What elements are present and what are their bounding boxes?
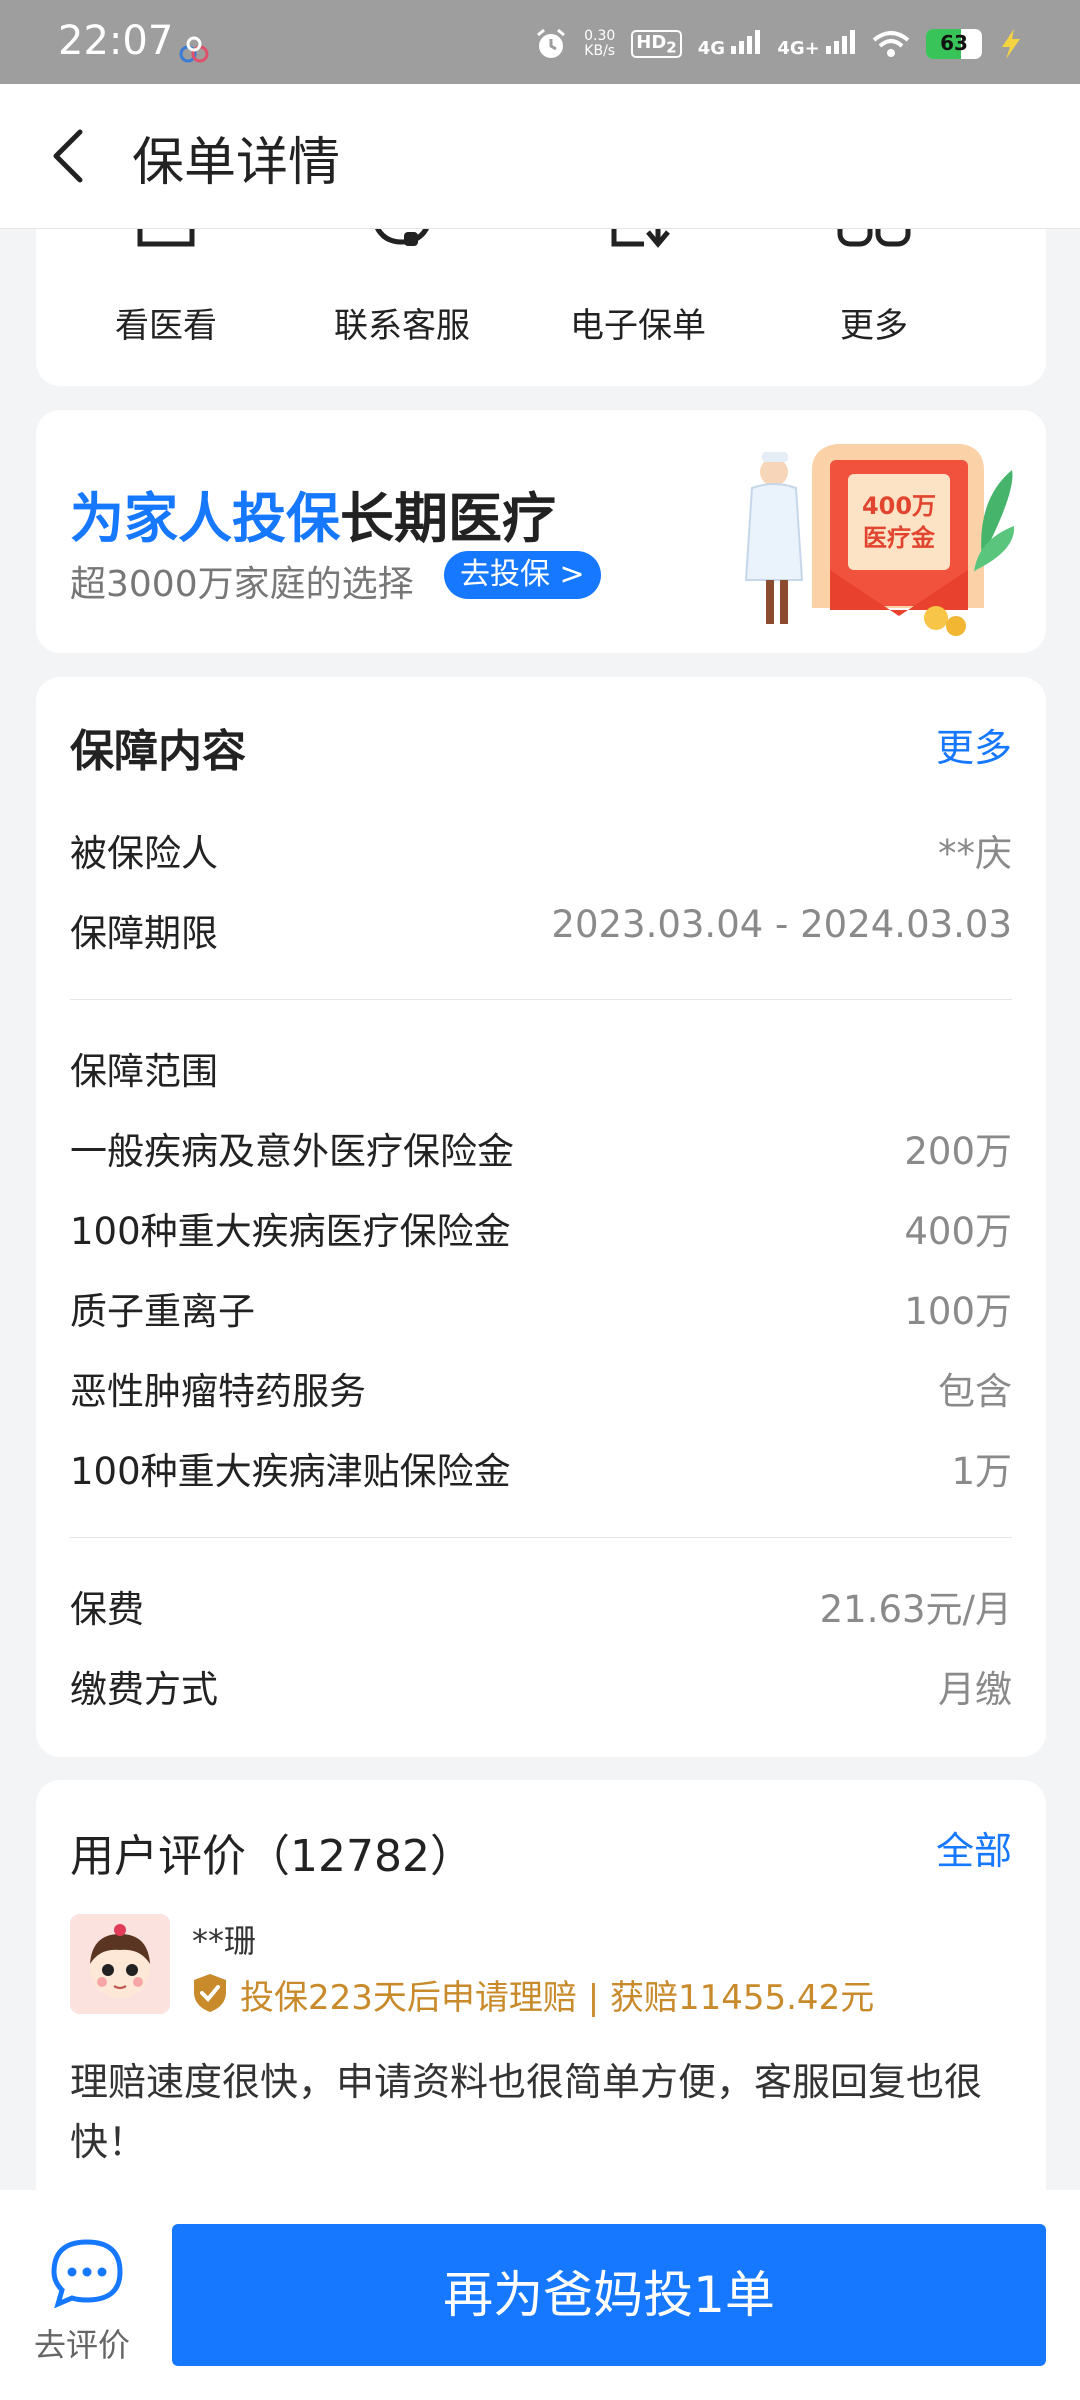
bottom-action-bar: 去评价 再为爸妈投1单 [0,2190,1080,2400]
coverage-item-value: 1万 [951,1450,1012,1493]
promo-banner[interactable]: 为家人投保长期医疗 超3000万家庭的选择 去投保 > 400万 医疗金 [36,410,1046,653]
back-arrow-icon[interactable] [36,120,108,192]
promo-title: 为家人投保长期医疗 [70,474,556,553]
quick-action-label: 联系客服 [334,306,470,346]
period-label: 保障期限 [70,912,218,955]
buy-again-button[interactable]: 再为爸妈投1单 [172,2224,1046,2366]
signal-4g: 4G [697,29,762,59]
comment-label[interactable]: 去评价 [34,2320,130,2366]
coverage-title: 保障内容 [70,726,246,777]
coverage-item-name: 100种重大疾病医疗保险金 [70,1210,511,1253]
claim-badge: 投保223天后申请理赔 | 获赔11455.42元 [240,1978,875,2018]
hd-label: HD [636,31,667,53]
go-insure-button[interactable]: 去投保 > [444,551,601,599]
avatar-image [70,1914,170,2014]
signal-bars-icon [731,29,761,54]
coverage-item-name: 一般疾病及意外医疗保险金 [70,1130,514,1173]
promo-illustration: 400万 医疗金 [744,444,1015,636]
signal-4g-label: 4G [697,37,726,59]
promo-title-rest: 长期医疗 [340,487,556,550]
divider [70,1537,1012,1538]
battery-level: 63 [940,31,968,55]
comment-bubble-icon[interactable] [50,2238,124,2308]
insured-label: 被保险人 [70,832,218,875]
network-speed-value: 0.30 [584,28,616,44]
reviews-all-link[interactable]: 全部 [936,1820,1012,1875]
coverage-item-name: 恶性肿瘤特药服务 [70,1370,366,1413]
quick-action-label: 看医看 [115,306,217,346]
network-speed: 0.30 KB/s [584,29,615,59]
coverage-item-value: 200万 [904,1130,1012,1173]
signal-4g-plus-label: 4G+ [777,37,820,59]
period-value: 2023.03.04 - 2024.03.03 [551,903,1012,946]
illustration-line1: 400万 [862,492,936,520]
status-bar: 22:07 0.30 KB/s HD2 4G 4G+ 63 [0,0,1080,84]
reviews-title: 用户评价（12782） [70,1831,474,1882]
battery-indicator: 63 [926,29,982,59]
review-text: 理赔速度很快，申请资料也很简单方便，客服回复也很快！ [70,2060,983,2164]
status-time: 22:07 [58,18,174,64]
promo-subtitle: 超3000万家庭的选择 [70,564,414,605]
title-bar: 保单详情 [0,84,1080,229]
hd-indicator: HD2 [631,29,682,59]
coverage-item-name: 质子重离子 [70,1290,255,1333]
payment-label: 缴费方式 [70,1668,218,1711]
coverage-item-value: 400万 [904,1210,1012,1253]
quick-action-label: 电子保单 [570,306,706,346]
promo-title-highlight: 为家人投保 [70,487,340,550]
wifi-icon [872,31,910,57]
network-speed-unit: KB/s [584,43,616,59]
scope-label: 保障范围 [70,1050,218,1093]
illustration-line2: 医疗金 [863,524,936,552]
signal-bars-icon [826,29,855,54]
premium-value: 21.63元/月 [819,1588,1012,1631]
coverage-item-value: 100万 [904,1290,1012,1333]
reviews-card: 用户评价（12782） 全部 **珊 投保223天后申请理赔 | 获赔11455… [36,1780,1046,2250]
coverage-item-value: 包含 [938,1370,1012,1413]
shield-check-icon [194,1974,226,2012]
quick-action-label: 更多 [840,306,908,346]
page-title: 保单详情 [132,133,341,193]
charging-icon [1002,29,1020,59]
coverage-more-link[interactable]: 更多 [936,717,1012,772]
premium-label: 保费 [70,1588,144,1631]
alarm-icon [537,28,566,58]
payment-value: 月缴 [938,1668,1012,1711]
coverage-card: 保障内容 更多 被保险人 **庆 保障期限 2023.03.04 - 2024.… [36,677,1046,1757]
insured-value: **庆 [938,832,1012,875]
status-indicators: 0.30 KB/s HD2 4G 4G+ 63 [534,22,1024,66]
reviewer-name: **珊 [192,1922,257,1960]
coverage-item-name: 100种重大疾病津贴保险金 [70,1450,511,1493]
signal-4g-plus: 4G+ [777,29,856,59]
avatar [70,1914,170,2014]
divider [70,999,1012,1000]
app-notification-icon [179,36,209,63]
hd-sub: 2 [666,38,677,57]
